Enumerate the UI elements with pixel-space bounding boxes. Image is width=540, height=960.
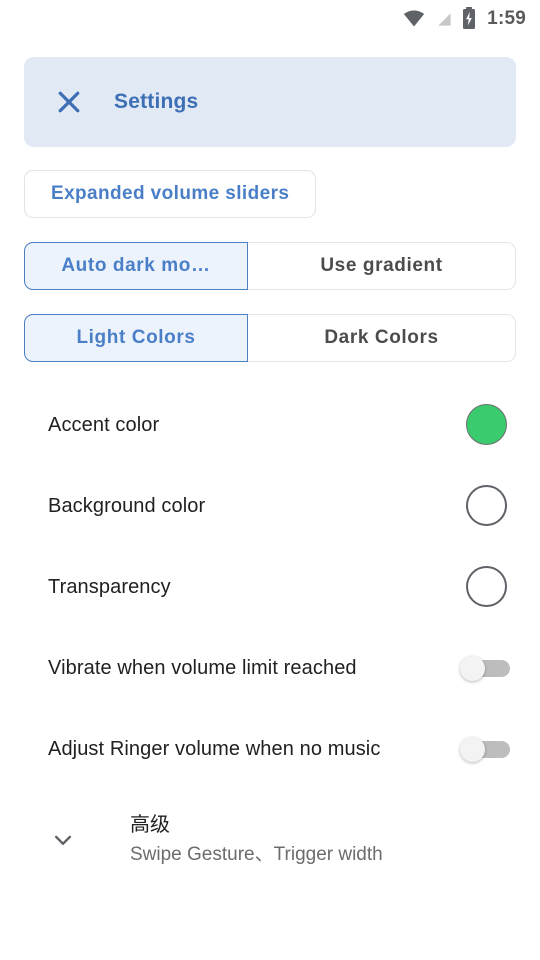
settings-row-label: Vibrate when volume limit reached	[48, 656, 357, 679]
segment-dark-colors[interactable]: Dark Colors	[248, 314, 516, 362]
signal-off-icon	[434, 9, 453, 28]
color-circle-icon	[465, 485, 507, 526]
toggle-switch-off[interactable]	[460, 736, 512, 762]
toggle-switch-off[interactable]	[460, 655, 512, 681]
segment-light-colors[interactable]: Light Colors	[24, 314, 248, 362]
transparency-swatch[interactable]	[456, 566, 516, 607]
settings-row-background-color[interactable]: Background color	[0, 465, 540, 546]
segmented-control-color-scheme: Light Colors Dark Colors	[24, 314, 516, 362]
expanded-volume-sliders-row: Expanded volume sliders	[24, 170, 516, 218]
segmented-control-dark-mode-gradient: Auto dark mo… Use gradient	[24, 242, 516, 290]
settings-row-accent-color[interactable]: Accent color	[0, 384, 540, 465]
status-bar: 1:59	[0, 0, 540, 36]
settings-row-adjust-ringer-volume[interactable]: Adjust Ringer volume when no music	[0, 708, 540, 789]
settings-row-transparency[interactable]: Transparency	[0, 546, 540, 627]
toggle-thumb	[460, 655, 485, 681]
color-circle-icon	[465, 404, 507, 445]
wifi-icon	[403, 9, 425, 27]
chevron-down-icon	[54, 835, 72, 845]
segment-use-gradient[interactable]: Use gradient	[248, 242, 516, 290]
background-color-swatch[interactable]	[456, 485, 516, 526]
settings-row-label: Background color	[48, 494, 206, 517]
segment-auto-dark-mode[interactable]: Auto dark mo…	[24, 242, 248, 290]
settings-header: Settings	[24, 57, 516, 147]
toggle-thumb	[460, 736, 485, 762]
adjust-ringer-volume-toggle[interactable]	[456, 736, 516, 762]
settings-row-vibrate-volume-limit[interactable]: Vibrate when volume limit reached	[0, 627, 540, 708]
close-button[interactable]	[24, 87, 114, 117]
settings-row-label: Adjust Ringer volume when no music	[48, 737, 381, 760]
status-time: 1:59	[487, 7, 526, 29]
expanded-volume-sliders-button[interactable]: Expanded volume sliders	[24, 170, 317, 218]
advanced-text-block: 高级 Swipe Gesture、Trigger width	[130, 811, 516, 869]
page-title: Settings	[114, 90, 199, 113]
settings-row-label: Accent color	[48, 413, 160, 436]
settings-list: Accent color Background color Transparen…	[0, 384, 540, 789]
close-icon	[58, 91, 80, 113]
advanced-section-expander[interactable]: 高级 Swipe Gesture、Trigger width	[0, 789, 540, 869]
accent-color-swatch[interactable]	[456, 404, 516, 445]
vibrate-volume-limit-toggle[interactable]	[456, 655, 516, 681]
settings-row-label: Transparency	[48, 575, 171, 598]
expand-toggle[interactable]	[48, 825, 130, 855]
color-circle-icon	[465, 566, 507, 607]
battery-charging-icon	[462, 7, 476, 29]
advanced-subtitle: Swipe Gesture、Trigger width	[130, 844, 383, 865]
advanced-title: 高级	[130, 814, 170, 836]
